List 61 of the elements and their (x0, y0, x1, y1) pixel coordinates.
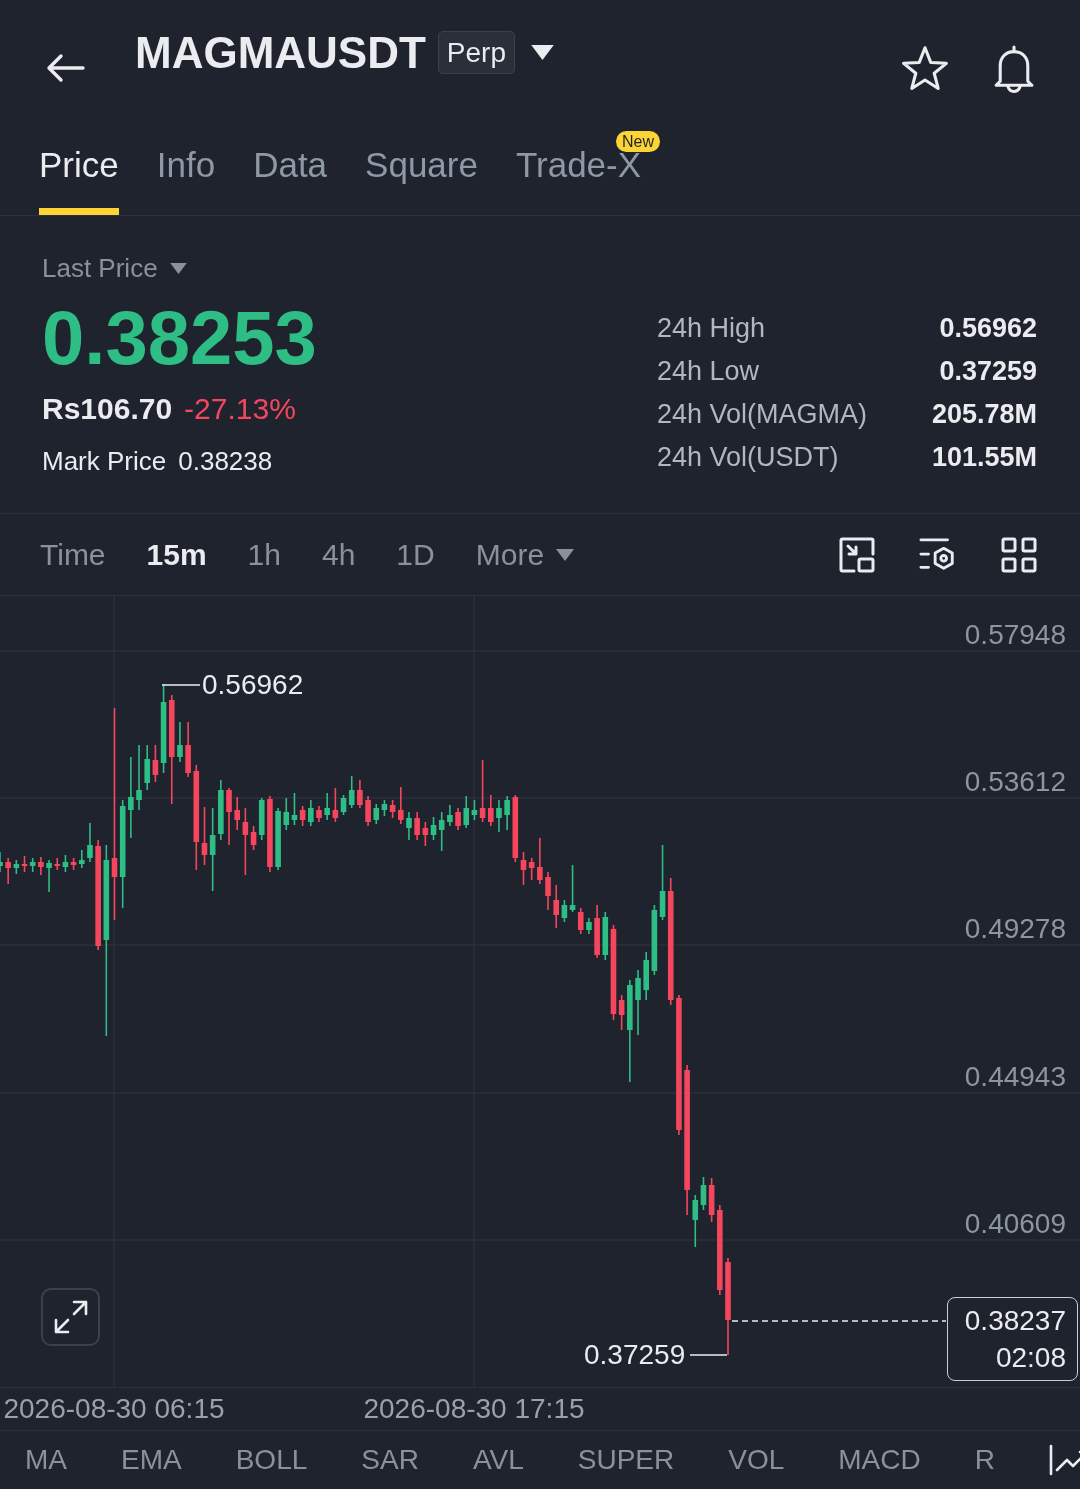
interval-tab[interactable]: 1D (396, 536, 435, 573)
line-chart-icon[interactable] (1048, 1444, 1080, 1476)
price-axis-label: 0.57948 (964, 620, 1066, 650)
price-axis-label: 0.40609 (964, 1209, 1066, 1239)
interval-tab[interactable]: 4h (322, 536, 356, 573)
interval-tab[interactable]: Time (40, 536, 106, 573)
time-axis-label: 2026-08-30 17:15 (363, 1393, 585, 1425)
indicator-tab[interactable]: MA (25, 1443, 67, 1477)
indicator-tab[interactable]: SUPER (577, 1443, 675, 1477)
stat-label: 24h High (657, 312, 767, 345)
star-icon[interactable] (902, 46, 948, 91)
stat-label: 24h Vol(MAGMA) (657, 398, 869, 431)
caret-down-icon (169, 262, 187, 274)
interval-tab[interactable]: 15m (146, 536, 207, 573)
new-badge: New (615, 131, 660, 152)
bell-icon[interactable] (992, 45, 1036, 93)
contract-type-badge: Perp (437, 31, 515, 74)
price-change: -27.13% (184, 391, 296, 427)
last-price: 0.38253 (42, 298, 317, 378)
tab[interactable]: Info (156, 130, 216, 215)
window-arrow-icon[interactable] (839, 536, 875, 573)
high-price-label: 0.56962 (202, 670, 304, 700)
back-arrow-icon[interactable] (45, 52, 85, 84)
stat-label: 24h Vol(USDT) (657, 441, 840, 474)
list-hexagon-icon[interactable] (919, 536, 957, 573)
indicator-tab[interactable]: AVL (472, 1443, 524, 1477)
stat-value: 0.56962 (938, 312, 1037, 345)
countdown-timer: 02:08 (995, 1341, 1066, 1375)
stat-value: 205.78M (931, 398, 1037, 431)
indicator-tab[interactable]: R (974, 1443, 995, 1477)
stat-value: 101.55M (931, 441, 1037, 474)
interval-tab[interactable]: 1h (247, 536, 281, 573)
local-price: Rs106.70 (42, 391, 173, 427)
low-price-leader-line (689, 1354, 728, 1356)
tab[interactable]: Data (253, 130, 328, 215)
price-axis-label: 0.49278 (964, 914, 1066, 944)
mark-price-value: 0.38238 (178, 445, 273, 478)
stat-value: 0.37259 (938, 355, 1037, 388)
price-axis-label: 0.53612 (964, 767, 1066, 797)
current-price-value: 0.38237 (964, 1304, 1066, 1338)
indicator-tab[interactable]: SAR (361, 1443, 419, 1477)
price-axis-label: 0.44943 (964, 1062, 1066, 1092)
tab[interactable]: Square (365, 130, 478, 215)
price-type-dropdown[interactable]: Last Price (42, 250, 187, 286)
indicator-tab[interactable]: BOLL (235, 1443, 308, 1477)
indicator-tab[interactable]: VOL (728, 1443, 785, 1477)
expand-icon (53, 1300, 88, 1334)
grid-icon[interactable] (1001, 536, 1037, 573)
expand-button[interactable] (41, 1288, 100, 1346)
tab[interactable]: Price (39, 130, 119, 215)
indicator-tab[interactable]: EMA (121, 1443, 182, 1477)
high-price-leader-line (161, 684, 201, 686)
mark-price-label: Mark Price (42, 445, 167, 478)
indicator-tab[interactable]: MACD (838, 1443, 921, 1477)
low-price-label: 0.37259 (584, 1340, 686, 1370)
stat-label: 24h Low (657, 355, 761, 388)
interval-tab[interactable]: More (475, 536, 575, 573)
caret-down-icon[interactable] (531, 45, 554, 60)
caret-down-icon (556, 548, 575, 561)
symbol-title: MAGMAUSDT (135, 28, 426, 78)
time-axis-label: 2026-08-30 06:15 (3, 1393, 225, 1425)
